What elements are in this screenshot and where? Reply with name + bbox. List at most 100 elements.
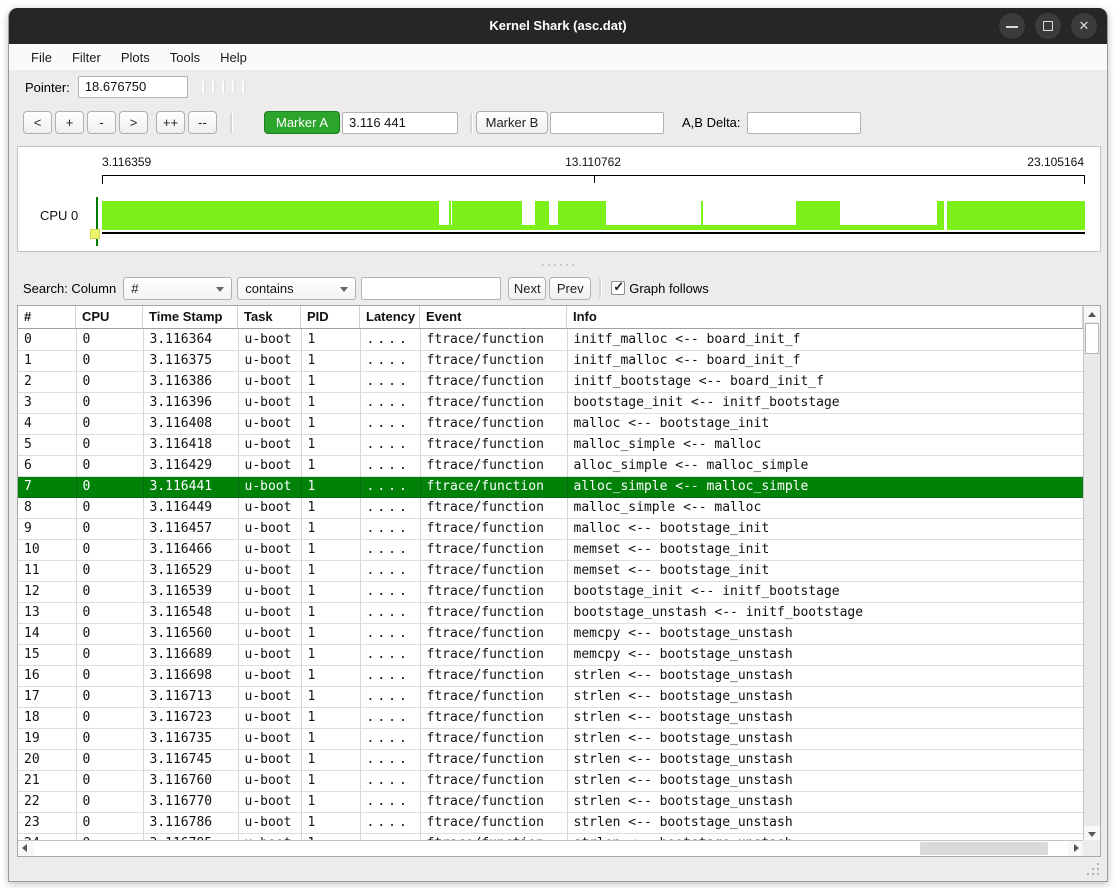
search-next-button[interactable]: Next xyxy=(508,277,546,300)
marker-a-button[interactable]: Marker A xyxy=(264,111,340,134)
arrow-left-icon xyxy=(22,844,27,852)
column-header-task[interactable]: Task xyxy=(238,306,301,328)
trace-segment xyxy=(535,201,549,230)
column-header--[interactable]: # xyxy=(18,306,76,328)
separator xyxy=(470,113,472,133)
search-column-select[interactable]: # xyxy=(123,277,232,300)
table-row[interactable]: 2203.116770u-boot1....ftrace/functionstr… xyxy=(18,791,1083,812)
resize-grip[interactable] xyxy=(1083,859,1099,875)
search-input[interactable] xyxy=(361,277,501,300)
close-icon: ✕ xyxy=(1071,13,1097,39)
trace-segment xyxy=(796,201,840,230)
marker-b-value-field[interactable] xyxy=(550,112,664,134)
table-row[interactable]: 503.116418u-boot1....ftrace/functionmall… xyxy=(18,434,1083,455)
vertical-scrollbar[interactable] xyxy=(1083,306,1100,842)
trace-segment xyxy=(701,201,703,230)
close-button[interactable]: ✕ xyxy=(1071,13,1097,39)
table-row[interactable]: 2103.116760u-boot1....ftrace/functionstr… xyxy=(18,770,1083,791)
table-row[interactable]: 303.116396u-boot1....ftrace/functionboot… xyxy=(18,392,1083,413)
table-row[interactable]: 2003.116745u-boot1....ftrace/functionstr… xyxy=(18,749,1083,770)
toolbar-grip xyxy=(202,81,244,93)
graph-time-mid: 13.110762 xyxy=(565,155,621,169)
table-body[interactable]: 003.116364u-boot1....ftrace/functioninit… xyxy=(18,329,1083,842)
cpu0-track[interactable] xyxy=(102,201,1085,234)
table-row[interactable]: 403.116408u-boot1....ftrace/functionmall… xyxy=(18,413,1083,434)
scroll-left-button[interactable] xyxy=(18,841,34,856)
menu-item-file[interactable]: File xyxy=(21,46,62,69)
graph-follows-label: Graph follows xyxy=(629,281,708,296)
nav-button-next-marker[interactable]: > xyxy=(119,111,148,134)
column-header-event[interactable]: Event xyxy=(420,306,567,328)
search-column-label: Search: Column xyxy=(23,281,116,296)
marker-a-value-field[interactable]: 3.116 441 xyxy=(342,112,458,134)
menu-item-plots[interactable]: Plots xyxy=(111,46,160,69)
table-row[interactable]: 1403.116560u-boot1....ftrace/functionmem… xyxy=(18,623,1083,644)
column-header-cpu[interactable]: CPU xyxy=(76,306,143,328)
table-row[interactable]: 803.116449u-boot1....ftrace/functionmall… xyxy=(18,497,1083,518)
marker-a-handle[interactable] xyxy=(90,229,100,239)
scrollbar-corner xyxy=(1083,840,1100,856)
table-row[interactable]: 1603.116698u-boot1....ftrace/functionstr… xyxy=(18,665,1083,686)
table-row[interactable]: 103.116375u-boot1....ftrace/functioninit… xyxy=(18,350,1083,371)
nav-button-zoom-in[interactable]: + xyxy=(55,111,84,134)
ab-delta-label: A,B Delta: xyxy=(682,115,741,130)
cpu0-label: CPU 0 xyxy=(40,208,78,223)
table-header-row[interactable]: #CPUTime StampTaskPIDLatencyEventInfo xyxy=(18,306,1083,329)
graph-time-end: 23.105164 xyxy=(1027,155,1084,169)
trace-segment xyxy=(558,201,606,230)
menu-item-help[interactable]: Help xyxy=(210,46,257,69)
table-row[interactable]: 1303.116548u-boot1....ftrace/functionboo… xyxy=(18,602,1083,623)
table-row[interactable]: 603.116429u-boot1....ftrace/functionallo… xyxy=(18,455,1083,476)
vertical-scroll-thumb[interactable] xyxy=(1085,323,1099,354)
table-row[interactable]: 2303.116786u-boot1....ftrace/functionstr… xyxy=(18,812,1083,833)
table-row[interactable]: 003.116364u-boot1....ftrace/functioninit… xyxy=(18,329,1083,350)
table-row[interactable]: 1703.116713u-boot1....ftrace/functionstr… xyxy=(18,686,1083,707)
table-row[interactable]: 203.116386u-boot1....ftrace/functioninit… xyxy=(18,371,1083,392)
menu-item-filter[interactable]: Filter xyxy=(62,46,111,69)
title-bar[interactable]: Kernel Shark (asc.dat) ✕ xyxy=(9,8,1107,44)
window-title: Kernel Shark (asc.dat) xyxy=(9,8,1107,44)
column-header-time-stamp[interactable]: Time Stamp xyxy=(143,306,238,328)
horizontal-scrollbar[interactable] xyxy=(18,840,1084,856)
table-row[interactable]: 1503.116689u-boot1....ftrace/functionmem… xyxy=(18,644,1083,665)
ab-delta-field[interactable] xyxy=(747,112,861,134)
table-row[interactable]: 1003.116466u-boot1....ftrace/functionmem… xyxy=(18,539,1083,560)
table-row[interactable]: 903.116457u-boot1....ftrace/functionmall… xyxy=(18,518,1083,539)
scroll-up-button[interactable] xyxy=(1084,306,1100,322)
scroll-right-button[interactable] xyxy=(1068,841,1084,856)
table-row[interactable]: 1803.116723u-boot1....ftrace/functionstr… xyxy=(18,707,1083,728)
splitter-handle[interactable] xyxy=(9,258,1107,272)
column-header-info[interactable]: Info xyxy=(567,306,1083,328)
horizontal-scroll-thumb[interactable] xyxy=(920,842,1048,855)
arrow-right-icon xyxy=(1074,844,1079,852)
kernel-shark-window: Kernel Shark (asc.dat) ✕ FileFilterPlots… xyxy=(8,8,1108,882)
table-row[interactable]: 1903.116735u-boot1....ftrace/functionstr… xyxy=(18,728,1083,749)
column-header-pid[interactable]: PID xyxy=(301,306,360,328)
maximize-button[interactable] xyxy=(1035,13,1061,39)
graph-time-start: 3.116359 xyxy=(102,155,151,169)
minimize-button[interactable] xyxy=(999,13,1025,39)
nav-button-zoom-in-fast[interactable]: ++ xyxy=(156,111,185,134)
nav-button-prev-marker[interactable]: < xyxy=(23,111,52,134)
trace-graph-panel[interactable]: 3.116359 13.110762 23.105164 CPU 0 xyxy=(17,146,1101,252)
separator xyxy=(230,113,232,133)
search-prev-button[interactable]: Prev xyxy=(549,277,591,300)
search-operator-select[interactable]: contains xyxy=(237,277,356,300)
table-row[interactable]: 1103.116529u-boot1....ftrace/functionmem… xyxy=(18,560,1083,581)
trace-segment xyxy=(549,225,558,230)
column-header-latency[interactable]: Latency xyxy=(360,306,420,328)
pointer-label: Pointer: xyxy=(25,80,70,95)
pointer-input[interactable]: 18.676750 xyxy=(78,76,188,98)
menu-item-tools[interactable]: Tools xyxy=(160,46,210,69)
event-table: #CPUTime StampTaskPIDLatencyEventInfo 00… xyxy=(17,305,1101,857)
minimize-icon xyxy=(1006,26,1018,28)
arrow-down-icon xyxy=(1088,832,1096,837)
trace-segment xyxy=(947,201,1085,230)
marker-b-button[interactable]: Marker B xyxy=(476,111,548,134)
nav-button-zoom-out[interactable]: - xyxy=(87,111,116,134)
trace-segment xyxy=(452,201,522,230)
graph-follows-checkbox[interactable] xyxy=(611,281,625,295)
table-row[interactable]: 703.116441u-boot1....ftrace/functionallo… xyxy=(18,476,1083,497)
table-row[interactable]: 1203.116539u-boot1....ftrace/functionboo… xyxy=(18,581,1083,602)
nav-button-zoom-out-fast[interactable]: -- xyxy=(188,111,217,134)
